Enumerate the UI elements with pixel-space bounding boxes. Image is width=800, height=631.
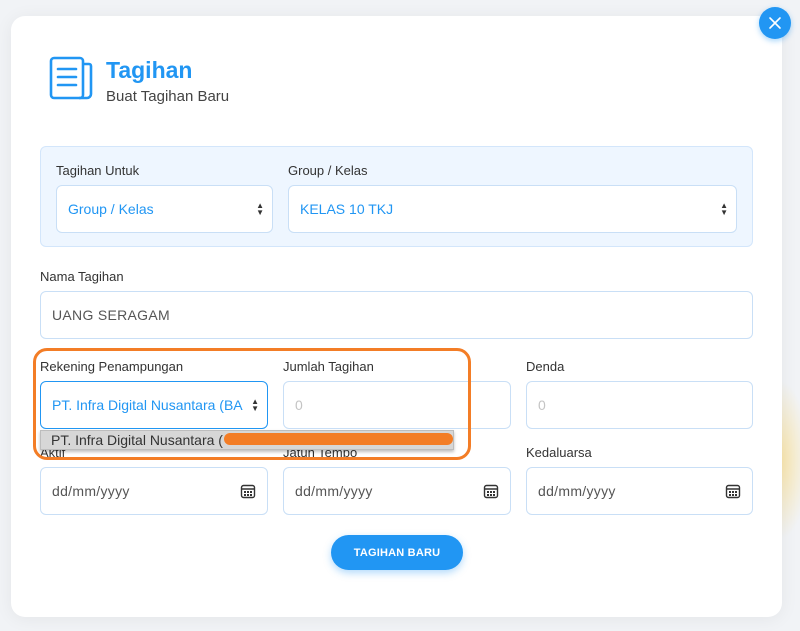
tagihan-untuk-select[interactable]: Group / Kelas ▲ ▼ [56, 185, 273, 233]
kedaluarsa-date-input[interactable]: dd/mm/yyyy [526, 467, 753, 515]
select-arrows-icon: ▲ ▼ [256, 201, 264, 217]
aktif-placeholder: dd/mm/yyyy [52, 483, 130, 499]
kedaluarsa-placeholder: dd/mm/yyyy [538, 483, 616, 499]
select-arrows-icon: ▲ ▼ [720, 201, 728, 217]
denda-input[interactable]: 0 [526, 381, 753, 429]
calendar-icon[interactable] [240, 483, 256, 499]
group-kelas-label: Group / Kelas [288, 163, 368, 178]
page-subtitle: Buat Tagihan Baru [106, 88, 230, 105]
group-kelas-value: KELAS 10 TKJ [300, 201, 394, 217]
jatuh-tempo-placeholder: dd/mm/yyyy [295, 483, 373, 499]
aktif-date-input[interactable]: dd/mm/yyyy [40, 467, 268, 515]
tagihan-untuk-label: Tagihan Untuk [56, 163, 140, 178]
group-kelas-select[interactable]: KELAS 10 TKJ ▲ ▼ [288, 185, 737, 233]
denda-label: Denda [526, 359, 565, 374]
jatuh-tempo-date-input[interactable]: dd/mm/yyyy [283, 467, 511, 515]
page-title: Tagihan [106, 57, 193, 83]
tagihan-untuk-value: Group / Kelas [68, 201, 154, 217]
nama-tagihan-value: UANG SERAGAM [52, 307, 170, 323]
document-list-icon [49, 56, 93, 100]
calendar-icon[interactable] [483, 483, 499, 499]
nama-tagihan-input[interactable]: UANG SERAGAM [40, 291, 753, 339]
calendar-icon[interactable] [725, 483, 741, 499]
close-icon [769, 17, 781, 29]
kedaluarsa-label: Kedaluarsa [526, 445, 592, 460]
denda-placeholder: 0 [538, 397, 546, 413]
annotation-highlight [33, 348, 471, 460]
nama-tagihan-label: Nama Tagihan [40, 269, 124, 284]
close-button[interactable] [759, 7, 791, 39]
create-invoice-button[interactable]: TAGIHAN BARU [331, 535, 463, 570]
